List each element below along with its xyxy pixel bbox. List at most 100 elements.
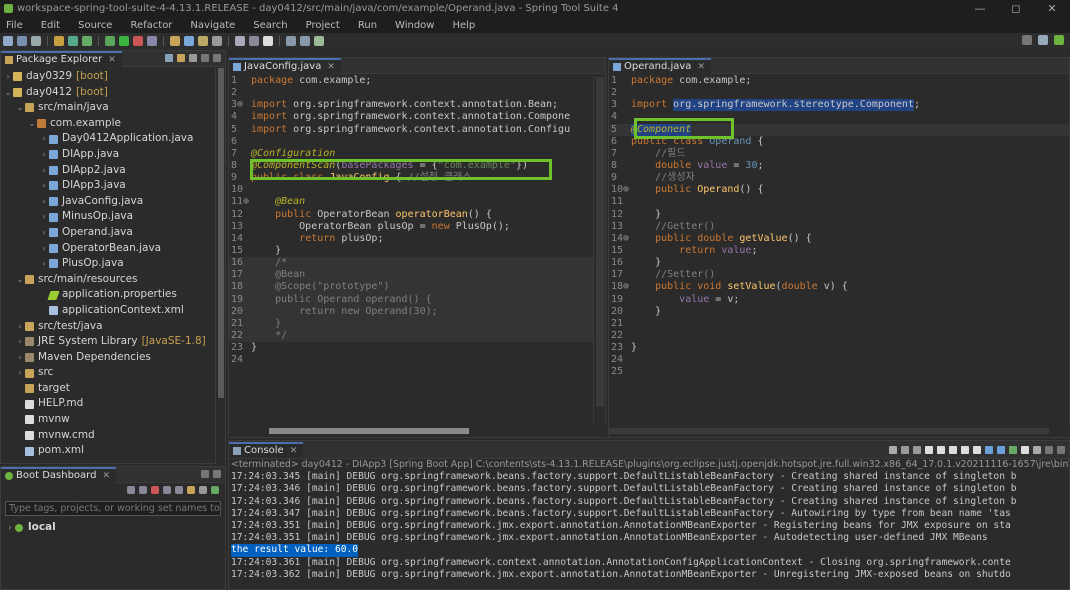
new-class-icon[interactable] <box>184 36 194 46</box>
tree-item[interactable]: mvnw <box>1 412 225 428</box>
close-icon[interactable]: ✕ <box>327 62 335 72</box>
javaconfig-code-area[interactable]: 1 package com.example; 2 3⊕ import org.sprin… <box>229 74 605 366</box>
open-browser-icon[interactable] <box>163 486 171 494</box>
console-view-menu-icon[interactable] <box>1033 446 1041 454</box>
close-icon[interactable]: ✕ <box>697 62 705 72</box>
spring-perspective-icon[interactable] <box>1054 35 1064 45</box>
toggle-mark-icon[interactable] <box>249 36 259 46</box>
menu-edit[interactable]: Edit <box>41 20 60 31</box>
expand-arrow-icon[interactable]: ⌄ <box>27 116 37 132</box>
expand-arrow-icon[interactable]: › <box>5 520 15 536</box>
tree-item[interactable]: › Day0412Application.java <box>1 131 225 147</box>
show-properties-icon[interactable] <box>187 486 195 494</box>
expand-arrow-icon[interactable]: › <box>39 194 49 210</box>
scrollbar-thumb[interactable] <box>269 428 469 434</box>
tree-item[interactable]: › Operand.java <box>1 225 225 241</box>
tree-item[interactable]: › day0329 [boot] <box>1 69 225 85</box>
tree-item[interactable]: › OperatorBean.java <box>1 241 225 257</box>
menu-search[interactable]: Search <box>253 20 287 31</box>
show-on-output-icon[interactable] <box>961 446 969 454</box>
expand-arrow-icon[interactable]: › <box>15 334 25 350</box>
scrollbar-thumb[interactable] <box>609 428 1049 434</box>
perspective-icon[interactable] <box>1038 35 1048 45</box>
debug-restart-icon[interactable] <box>139 486 147 494</box>
expand-arrow-icon[interactable]: ⌄ <box>3 85 13 101</box>
save-all-icon[interactable] <box>31 36 41 46</box>
tree-item[interactable]: application.properties <box>1 287 225 303</box>
expand-arrow-icon[interactable]: › <box>39 241 49 257</box>
close-icon[interactable]: ✕ <box>108 55 116 65</box>
scrollbar-thumb[interactable] <box>596 77 604 407</box>
expand-arrow-icon[interactable]: › <box>15 365 25 381</box>
menu-source[interactable]: Source <box>78 20 112 31</box>
clear-console-icon[interactable] <box>925 446 933 454</box>
collapse-all-icon[interactable] <box>165 54 173 62</box>
new-console-icon[interactable] <box>1021 446 1029 454</box>
expand-arrow-icon[interactable]: › <box>15 350 25 366</box>
stop-icon[interactable] <box>151 486 159 494</box>
tree-item[interactable]: target <box>1 381 225 397</box>
maximize-icon[interactable] <box>213 470 221 478</box>
expand-arrow-icon[interactable]: › <box>39 209 49 225</box>
scrollbar-thumb[interactable] <box>218 68 224 398</box>
expand-arrow-icon[interactable]: ⌄ <box>15 100 25 116</box>
editor-left-vscroll[interactable] <box>593 75 605 423</box>
tab-console[interactable]: Console ✕ <box>229 441 304 458</box>
quick-access-icon[interactable] <box>1022 35 1032 45</box>
scroll-lock-icon[interactable] <box>937 446 945 454</box>
expand-arrow-icon[interactable]: › <box>39 131 49 147</box>
tree-item[interactable]: ⌄ src/main/resources <box>1 272 225 288</box>
expand-arrow-icon[interactable]: › <box>39 178 49 194</box>
menu-project[interactable]: Project <box>306 20 340 31</box>
debug-icon[interactable] <box>105 36 115 46</box>
new-icon[interactable] <box>3 36 13 46</box>
open-console-icon[interactable] <box>1009 446 1017 454</box>
open-console-icon[interactable] <box>175 486 183 494</box>
maximize-button[interactable]: ◻ <box>998 0 1034 17</box>
console-output[interactable]: <terminated> day0412 - DIApp3 [Spring Bo… <box>229 459 1069 581</box>
menu-run[interactable]: Run <box>358 20 377 31</box>
tree-item[interactable]: pom.xml <box>1 443 225 459</box>
close-icon[interactable]: ✕ <box>290 446 298 456</box>
tab-javaconfig[interactable]: JavaConfig.java ✕ <box>229 57 341 74</box>
tree-item[interactable]: › MinusOp.java <box>1 209 225 225</box>
open-type-icon[interactable] <box>198 36 208 46</box>
boot-dashboard-search-input[interactable]: Type tags, projects, or working set name… <box>5 501 221 516</box>
maximize-icon[interactable] <box>213 54 221 62</box>
boot-icon[interactable] <box>82 36 92 46</box>
tree-item[interactable]: ⌄ src/main/java <box>1 100 225 116</box>
tree-item[interactable]: › PlusOp.java <box>1 256 225 272</box>
terminal-icon[interactable] <box>314 36 324 46</box>
close-window-button[interactable]: ✕ <box>1034 0 1070 17</box>
forward-icon[interactable] <box>300 36 310 46</box>
tree-item[interactable]: › Maven Dependencies <box>1 350 225 366</box>
expand-arrow-icon[interactable]: › <box>39 147 49 163</box>
tree-item[interactable]: HELP.md <box>1 396 225 412</box>
tree-item[interactable]: › DIApp2.java <box>1 163 225 179</box>
expand-arrow-icon[interactable]: › <box>39 163 49 179</box>
annotation-icon[interactable] <box>235 36 245 46</box>
spring-icon[interactable] <box>68 36 78 46</box>
tab-operand[interactable]: Operand.java ✕ <box>609 57 711 74</box>
link-editor-icon[interactable] <box>177 54 185 62</box>
expand-arrow-icon[interactable]: › <box>39 225 49 241</box>
word-wrap-icon[interactable] <box>949 446 957 454</box>
close-icon[interactable]: ✕ <box>102 471 110 481</box>
editor-left-hscroll[interactable] <box>229 425 607 437</box>
tree-item[interactable]: applicationContext.xml <box>1 303 225 319</box>
minimize-icon[interactable] <box>201 54 209 62</box>
menu-window[interactable]: Window <box>395 20 434 31</box>
menu-file[interactable]: File <box>6 20 23 31</box>
maximize-icon[interactable] <box>1057 446 1065 454</box>
tree-item[interactable]: ⌄ day0412 [boot] <box>1 85 225 101</box>
tab-boot-dashboard[interactable]: Boot Dashboard ✕ <box>1 466 116 483</box>
filter-icon[interactable] <box>199 486 207 494</box>
minimize-icon[interactable] <box>1045 446 1053 454</box>
stop-icon[interactable] <box>133 36 143 46</box>
expand-arrow-icon[interactable]: ⌄ <box>15 272 25 288</box>
expand-arrow-icon[interactable]: › <box>15 319 25 335</box>
tab-package-explorer[interactable]: Package Explorer ✕ <box>1 50 122 67</box>
editor-right-hscroll[interactable] <box>609 425 1070 437</box>
restart-icon[interactable] <box>127 486 135 494</box>
boot-dashboard-local-row[interactable]: › local <box>1 520 225 536</box>
